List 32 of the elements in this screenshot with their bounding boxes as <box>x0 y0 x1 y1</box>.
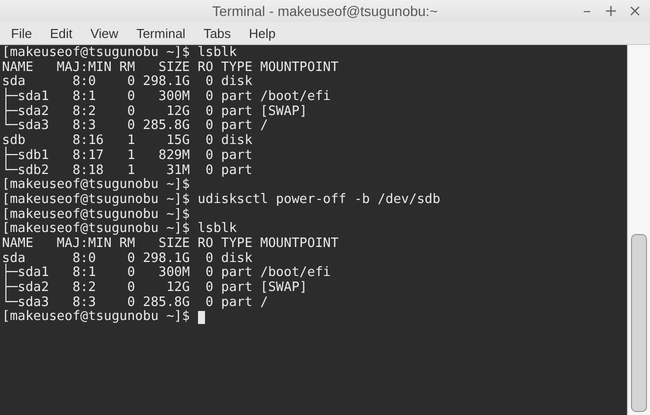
terminal-line: ├─sda2 8:2 0 12G 0 part [SWAP] <box>2 104 308 119</box>
text-cursor <box>198 311 205 324</box>
terminal-line: [makeuseof@tsugunobu ~]$ <box>2 310 190 326</box>
menu-item[interactable]: File <box>2 26 41 40</box>
menu-item[interactable]: Terminal <box>127 26 194 40</box>
menu-item[interactable]: View <box>81 26 128 40</box>
terminal-line: sda 8:0 0 298.1G 0 disk <box>2 252 252 266</box>
terminal-line: [makeuseof@tsugunobu ~]$ udisksctl power-off -b /dev/sdb <box>2 192 440 208</box>
terminal-line: ├─sda1 8:1 0 300M 0 part /boot/efi <box>2 90 331 104</box>
terminal-line: [makeuseof@tsugunobu ~]$ <box>2 178 190 193</box>
terminal-line: NAME MAJ:MIN RM SIZE RO TYPE MOUNTPOINT <box>2 60 339 75</box>
terminal-line: ├─sda1 8:1 0 300M 0 part /boot/efi <box>2 266 331 280</box>
terminal-line: ├─sdb1 8:17 1 829M 0 part <box>2 148 252 163</box>
terminal-line: ├─sda2 8:2 0 12G 0 part [SWAP] <box>2 281 308 295</box>
scrollbar[interactable] <box>627 45 650 415</box>
window-title: Terminal - makeuseof@tsugunobu:~ <box>212 3 438 19</box>
terminal-line: [makeuseof@tsugunobu ~]$ lsblk <box>2 46 237 61</box>
menu-item[interactable]: Edit <box>40 26 82 40</box>
window-control[interactable]: – <box>576 2 598 20</box>
scrollbar-thumb[interactable] <box>631 234 647 412</box>
terminal-line: └─sdb2 8:18 1 31M 0 part <box>2 164 252 178</box>
window-control[interactable]: + <box>600 2 622 20</box>
terminal-line: └─sda3 8:3 0 285.8G 0 part / <box>2 119 268 134</box>
terminal-line: sda 8:0 0 298.1G 0 disk <box>2 75 252 90</box>
terminal-line: [makeuseof@tsugunobu ~]$ lsblk <box>2 222 237 237</box>
terminal-line: [makeuseof@tsugunobu ~]$ <box>2 208 190 222</box>
terminal-line: sdb 8:16 1 15G 0 disk <box>2 134 252 148</box>
menu-item[interactable]: Help <box>240 26 285 40</box>
terminal-line: └─sda3 8:3 0 285.8G 0 part / <box>2 296 268 310</box>
window-control[interactable]: × <box>624 2 646 20</box>
menu-item[interactable]: Tabs <box>194 26 240 40</box>
terminal-line: NAME MAJ:MIN RM SIZE RO TYPE MOUNTPOINT <box>2 236 339 252</box>
